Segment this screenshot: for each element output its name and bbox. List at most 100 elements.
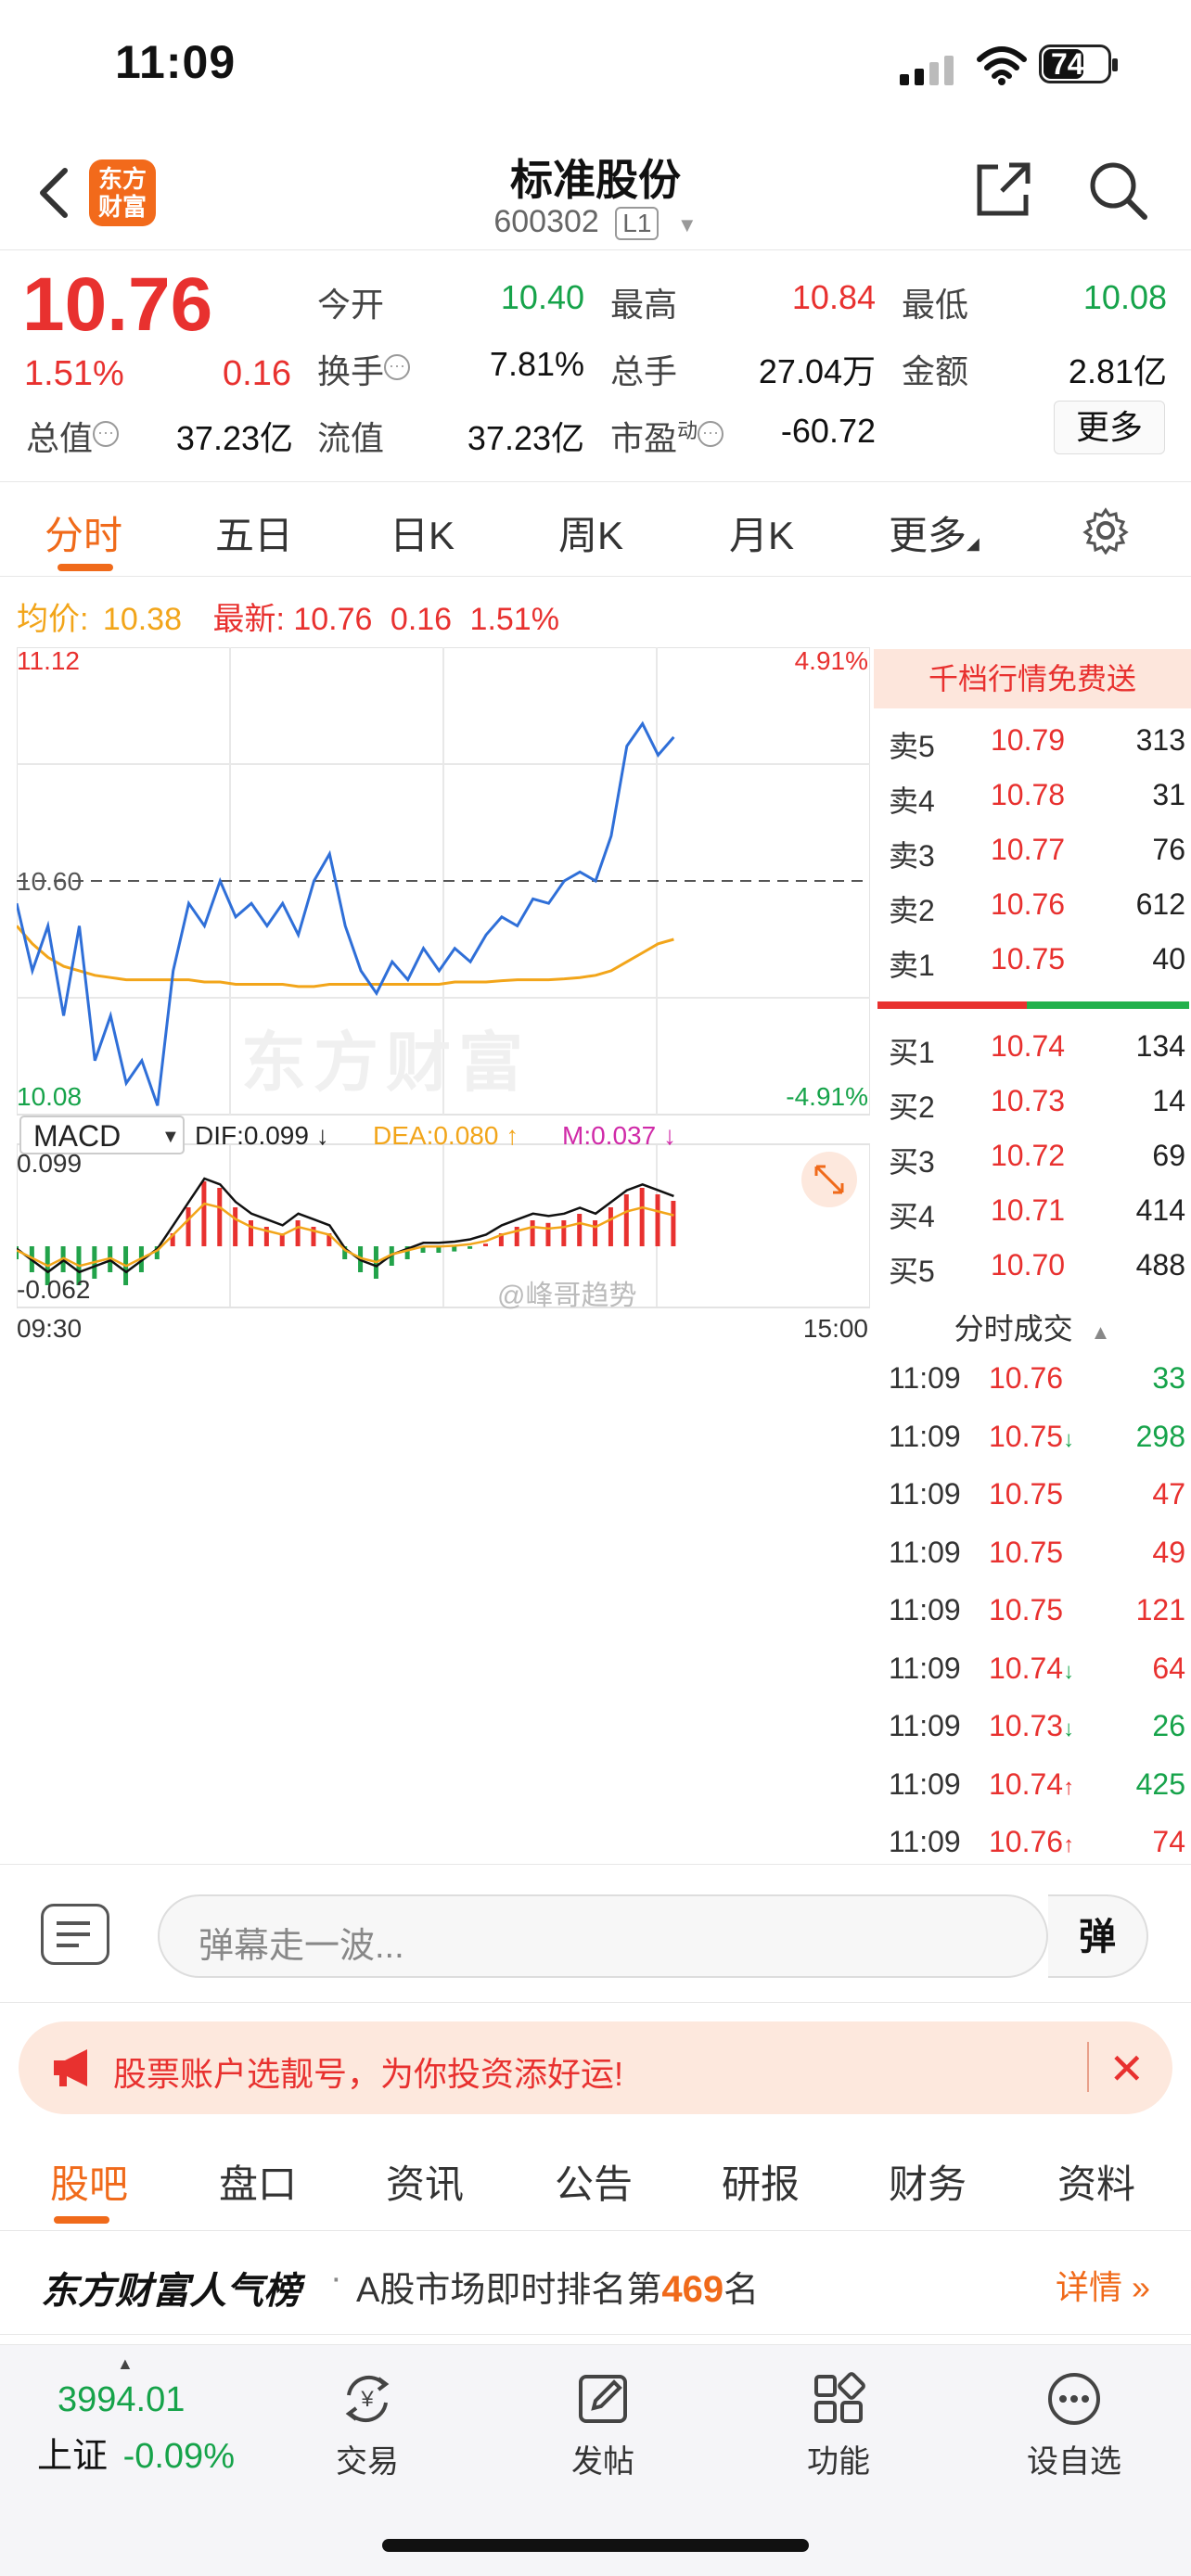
axis-min-pct: -4.91%	[786, 1082, 868, 1111]
tab-guba[interactable]: 股吧	[50, 2153, 128, 2210]
trade-price: 10.73↓	[989, 1709, 1075, 1742]
trade-time: 11:09	[889, 1651, 961, 1685]
nav-post[interactable]: 发帖	[529, 2369, 677, 2481]
trade-time: 11:09	[889, 1477, 961, 1511]
macd-bar	[249, 1220, 253, 1246]
ob-volume: 31	[1152, 778, 1185, 811]
tab-finance[interactable]: 财务	[889, 2153, 967, 2210]
macd-bar	[593, 1220, 598, 1246]
separator: ·	[330, 2259, 342, 2298]
ob-level: 买1	[889, 1036, 935, 1069]
status-bar: 11:09 74	[0, 0, 1191, 130]
latest-label: 最新:	[212, 602, 285, 637]
macd-bar	[483, 1243, 488, 1246]
tab-profile[interactable]: 资料	[1057, 2153, 1135, 2210]
rank-brand: 东方财富人气榜	[41, 2271, 301, 2312]
change-percent: 1.51%	[24, 354, 124, 393]
tab-daily-k[interactable]: 日K	[390, 504, 455, 561]
tab-pankou[interactable]: 盘口	[219, 2153, 297, 2210]
caret-down-icon: ▼	[161, 1127, 180, 1147]
nav-add-watchlist[interactable]: 设自选	[1000, 2369, 1148, 2481]
macd-bar	[186, 1207, 191, 1246]
tab-5day[interactable]: 五日	[215, 504, 293, 561]
details-link[interactable]: 详情 »	[1056, 2261, 1150, 2309]
ob-level: 卖4	[889, 784, 935, 818]
danmu-placeholder: 弹幕走一波...	[198, 1927, 404, 1966]
nav-functions[interactable]: 功能	[764, 2369, 913, 2481]
dif-value: DIF:0.099 ↓	[195, 1121, 329, 1150]
promo-banner[interactable]: 千档行情免费送	[874, 649, 1191, 708]
nav-trade[interactable]: ¥ 交易	[293, 2369, 442, 2481]
danmu-settings-icon[interactable]	[41, 1904, 109, 1965]
tab-more[interactable]: 更多◢	[889, 504, 980, 561]
change-amount: 0.16	[223, 354, 291, 393]
info-icon[interactable]: ···	[384, 354, 411, 380]
macd-bar	[233, 1207, 238, 1246]
tab-research[interactable]: 研报	[722, 2153, 800, 2210]
bid-row[interactable]: 买4 10.71 414	[889, 1193, 1185, 1245]
ask-row[interactable]: 卖3 10.77 76	[889, 833, 1185, 885]
rank-desc: A股市场即时排名第469名	[356, 2269, 760, 2310]
trade-volume: 298	[1135, 1419, 1185, 1453]
trades-title[interactable]: 分时成交 ▲	[874, 1306, 1191, 1348]
trade-row: 11:09 10.75 121	[889, 1593, 1185, 1645]
bid-row[interactable]: 买1 10.74 134	[889, 1029, 1185, 1081]
trade-price: 10.76	[989, 1361, 1064, 1395]
bid-row[interactable]: 买3 10.72 69	[889, 1139, 1185, 1191]
danmu-toggle-button[interactable]: 弹	[1048, 1894, 1148, 1978]
info-tabs: 股吧 盘口 资讯 公告 研报 财务 资料	[0, 2131, 1191, 2231]
index-name: 上证	[37, 2437, 109, 2476]
share-icon[interactable]	[970, 158, 1035, 223]
macd-bar	[639, 1188, 645, 1246]
nav-label: 交易	[336, 2444, 399, 2480]
ob-volume: 69	[1152, 1139, 1185, 1172]
index-value[interactable]: 3994.01	[58, 2380, 185, 2420]
bid-row[interactable]: 买5 10.70 488	[889, 1248, 1185, 1300]
macd-bar	[217, 1188, 223, 1246]
trade-time: 11:09	[889, 1766, 961, 1801]
ask-row[interactable]: 卖1 10.75 40	[889, 942, 1185, 994]
ob-level: 买3	[889, 1145, 935, 1179]
bid-row[interactable]: 买2 10.73 14	[889, 1084, 1185, 1136]
quote-panel: 10.76 1.51% 0.16 今开 10.40 最高 10.84 最低 10…	[0, 252, 1191, 482]
macd-bar	[608, 1207, 613, 1246]
label-market-cap[interactable]: 总值 ···	[26, 412, 120, 460]
macd-bar	[623, 1194, 629, 1246]
tab-news[interactable]: 资讯	[386, 2153, 464, 2210]
ob-volume: 134	[1135, 1029, 1185, 1063]
macd-bar	[545, 1222, 551, 1246]
tab-announcements[interactable]: 公告	[555, 2153, 633, 2210]
label-pe[interactable]: 市盈动 ···	[610, 412, 724, 460]
gear-icon[interactable]	[1082, 506, 1130, 555]
trade-volume: 64	[1152, 1651, 1185, 1685]
ask-row[interactable]: 卖2 10.76 612	[889, 887, 1185, 939]
ob-level: 买2	[889, 1090, 935, 1124]
tab-intraday[interactable]: 分时	[45, 504, 122, 561]
value-volume: 27.04万	[758, 352, 876, 390]
close-icon[interactable]: ✕	[1108, 2044, 1145, 2094]
search-icon[interactable]	[1085, 158, 1150, 223]
trade-volume: 26	[1152, 1709, 1185, 1742]
trade-price: 10.75	[989, 1477, 1064, 1511]
trade-time: 11:09	[889, 1361, 961, 1395]
nav-label: 发帖	[571, 2444, 634, 2480]
tab-weekly-k[interactable]: 周K	[558, 504, 623, 561]
info-icon[interactable]: ···	[93, 421, 120, 447]
rank-number: 469	[661, 2269, 724, 2310]
value-float-cap: 37.23亿	[467, 419, 584, 457]
macd-top-label: 0.099	[17, 1149, 82, 1178]
info-icon[interactable]: ···	[698, 421, 724, 447]
index-row[interactable]: 上证 -0.09%	[37, 2427, 235, 2478]
popularity-rank[interactable]: 东方财富人气榜 · A股市场即时排名第469名 详情 »	[0, 2231, 1191, 2335]
trade-time: 11:09	[889, 1709, 961, 1742]
tab-monthly-k[interactable]: 月K	[729, 504, 794, 561]
more-button[interactable]: 更多	[1054, 401, 1165, 454]
promo-banner-ad[interactable]: 股票账户选靓号，为你投资添好运! ✕	[19, 2021, 1172, 2114]
ask-row[interactable]: 卖4 10.78 31	[889, 778, 1185, 830]
ask-row[interactable]: 卖5 10.79 313	[889, 723, 1185, 775]
macd-bar	[452, 1246, 457, 1252]
ob-price: 10.76	[991, 887, 1066, 921]
trade-volume: 425	[1135, 1766, 1185, 1801]
trade-volume: 49	[1152, 1535, 1185, 1569]
label-turnover[interactable]: 换手 ···	[317, 345, 411, 393]
